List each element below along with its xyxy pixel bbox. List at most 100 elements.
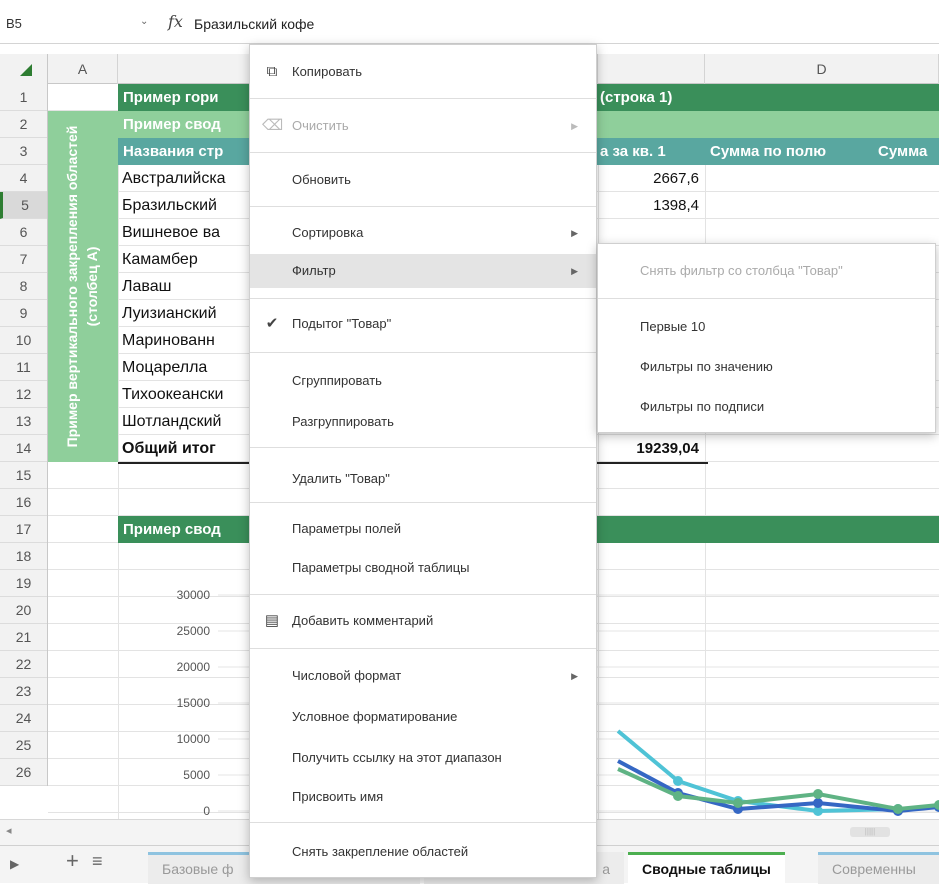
item-name-cell[interactable]: Шотландский (122, 408, 252, 435)
menu-item-subtotal-label: Подытог "Товар" (292, 316, 392, 331)
row-header[interactable]: 3 (0, 138, 47, 165)
eraser-icon: ⌫ (262, 117, 284, 134)
formula-input[interactable]: Бразильский кофе (194, 16, 314, 32)
menu-item-pivot-params-label: Параметры сводной таблицы (292, 560, 470, 575)
row-header[interactable]: 1 (0, 84, 47, 111)
copy-icon: ⧉ (266, 63, 278, 80)
column-header-d[interactable]: D (705, 54, 939, 84)
menu-item-unfreeze[interactable]: Снять закрепление областей (250, 835, 596, 869)
menu-item-delete[interactable]: Удалить "Товар" (250, 462, 596, 496)
scroll-thumb[interactable]: ||||| (850, 827, 890, 837)
menu-item-subtotal[interactable]: ✔ Подытог "Товар" (250, 307, 596, 341)
menu-separator (250, 298, 596, 299)
menu-separator (250, 447, 596, 448)
menu-item-number-format[interactable]: Числовой формат ▶ (250, 659, 596, 693)
menu-item-refresh-label: Обновить (292, 172, 351, 187)
column-header-a[interactable]: A (48, 54, 118, 84)
header-row-names: Названия стр (123, 143, 224, 160)
menu-item-add-comment[interactable]: ▤ Добавить комментарий (250, 604, 596, 638)
menu-item-cond-format[interactable]: Условное форматирование (250, 700, 596, 734)
item-name-cell[interactable]: Луизианский (122, 300, 252, 327)
row-header[interactable]: 25 (0, 732, 47, 759)
play-icon[interactable]: ▶ (10, 857, 19, 871)
submenu-item-label-filters[interactable]: Фильтры по подписи (598, 390, 935, 424)
series-point (813, 789, 823, 799)
total-label[interactable]: Общий итог (122, 435, 252, 462)
header-row-sum: Сумма (878, 143, 928, 160)
submenu-item-clear-filter-label: Снять фильтр со столбца "Товар" (640, 263, 843, 278)
item-name-cell[interactable]: Тихоокеански (122, 381, 252, 408)
item-name-cell[interactable]: Маринованн (122, 327, 252, 354)
menu-item-get-link-label: Получить ссылку на этот диапазон (292, 750, 502, 765)
row-header[interactable]: 4 (0, 165, 47, 192)
item-name-cell[interactable]: Вишневое ва (122, 219, 252, 246)
menu-item-ungroup-label: Разгруппировать (292, 414, 394, 429)
row-header[interactable]: 13 (0, 408, 47, 435)
y-tick-label: 5000 (183, 768, 210, 782)
sheet-list-icon[interactable]: ≡ (92, 851, 103, 872)
menu-separator (250, 206, 596, 207)
name-box[interactable]: B5 (6, 16, 126, 36)
menu-item-clear[interactable]: ⌫ Очистить ▶ (250, 109, 596, 143)
fx-icon[interactable]: fx (168, 12, 183, 31)
y-tick-label: 20000 (177, 660, 211, 674)
series-point (733, 798, 743, 808)
menu-item-copy[interactable]: ⧉ Копировать (250, 55, 596, 89)
row-header[interactable]: 26 (0, 759, 47, 786)
row-header[interactable]: 9 (0, 300, 47, 327)
series-point (893, 804, 903, 814)
menu-item-filter[interactable]: Фильтр ▶ (250, 254, 596, 288)
row-header[interactable]: 18 (0, 543, 47, 570)
menu-item-assign-name[interactable]: Присвоить имя (250, 780, 596, 814)
row-header[interactable]: 2 (0, 111, 47, 138)
chevron-right-icon: ▶ (571, 121, 578, 131)
chevron-down-icon[interactable]: ⌄ (140, 16, 148, 27)
triangle-icon (20, 64, 32, 76)
submenu-item-value-filters[interactable]: Фильтры по значению (598, 350, 935, 384)
scroll-left-icon[interactable]: ◂ (6, 824, 12, 837)
row-header[interactable]: 21 (0, 624, 47, 651)
vertical-merged-cell[interactable]: Пример вертикального закрепления областе… (48, 111, 118, 462)
row-header[interactable]: 11 (0, 354, 47, 381)
row-header[interactable]: 6 (0, 219, 47, 246)
row-header[interactable]: 12 (0, 381, 47, 408)
row-header[interactable]: 16 (0, 489, 47, 516)
submenu-item-clear-filter[interactable]: Снять фильтр со столбца "Товар" (598, 254, 935, 288)
menu-item-refresh[interactable]: Обновить (250, 163, 596, 197)
item-name-cell[interactable]: Камамбер (122, 246, 252, 273)
vertical-merged-text: Пример вертикального закрепления областе… (64, 125, 100, 448)
menu-item-cond-format-label: Условное форматирование (292, 709, 458, 724)
sheet-tab-pivot[interactable]: Сводные таблицы (628, 852, 785, 884)
menu-item-group-label: Сгруппировать (292, 373, 382, 388)
row-header[interactable]: 7 (0, 246, 47, 273)
row-header[interactable]: 17 (0, 516, 47, 543)
column-header-c[interactable] (598, 54, 705, 84)
row-header[interactable]: 19 (0, 570, 47, 597)
menu-item-field-params[interactable]: Параметры полей (250, 512, 596, 546)
menu-item-get-link[interactable]: Получить ссылку на этот диапазон (250, 741, 596, 775)
sheet-tab-modern[interactable]: Современны (818, 852, 939, 884)
row-header[interactable]: 20 (0, 597, 47, 624)
menu-item-group[interactable]: Сгруппировать (250, 364, 596, 398)
menu-item-ungroup[interactable]: Разгруппировать (250, 405, 596, 439)
item-name-cell[interactable]: Моцарелла (122, 354, 252, 381)
menu-item-sort[interactable]: Сортировка ▶ (250, 216, 596, 250)
menu-item-pivot-params[interactable]: Параметры сводной таблицы (250, 551, 596, 585)
item-name-cell[interactable]: Лаваш (122, 273, 252, 300)
row-header[interactable]: 24 (0, 705, 47, 732)
row-header[interactable]: 8 (0, 273, 47, 300)
menu-separator (250, 98, 596, 99)
row-header[interactable]: 5 (0, 192, 47, 219)
submenu-item-top10-label: Первые 10 (640, 319, 706, 334)
row-header[interactable]: 23 (0, 678, 47, 705)
submenu-item-top10[interactable]: Первые 10 (598, 310, 935, 344)
item-name-cell[interactable]: Бразильский (122, 192, 252, 219)
select-all-corner[interactable] (0, 54, 48, 84)
add-sheet-icon[interactable]: + (66, 848, 79, 874)
row-header[interactable]: 15 (0, 462, 47, 489)
row-header[interactable]: 10 (0, 327, 47, 354)
row-header[interactable]: 22 (0, 651, 47, 678)
item-name-cell[interactable]: Австралийска (122, 165, 252, 192)
submenu-item-label-filters-label: Фильтры по подписи (640, 399, 765, 414)
row-header[interactable]: 14 (0, 435, 47, 462)
